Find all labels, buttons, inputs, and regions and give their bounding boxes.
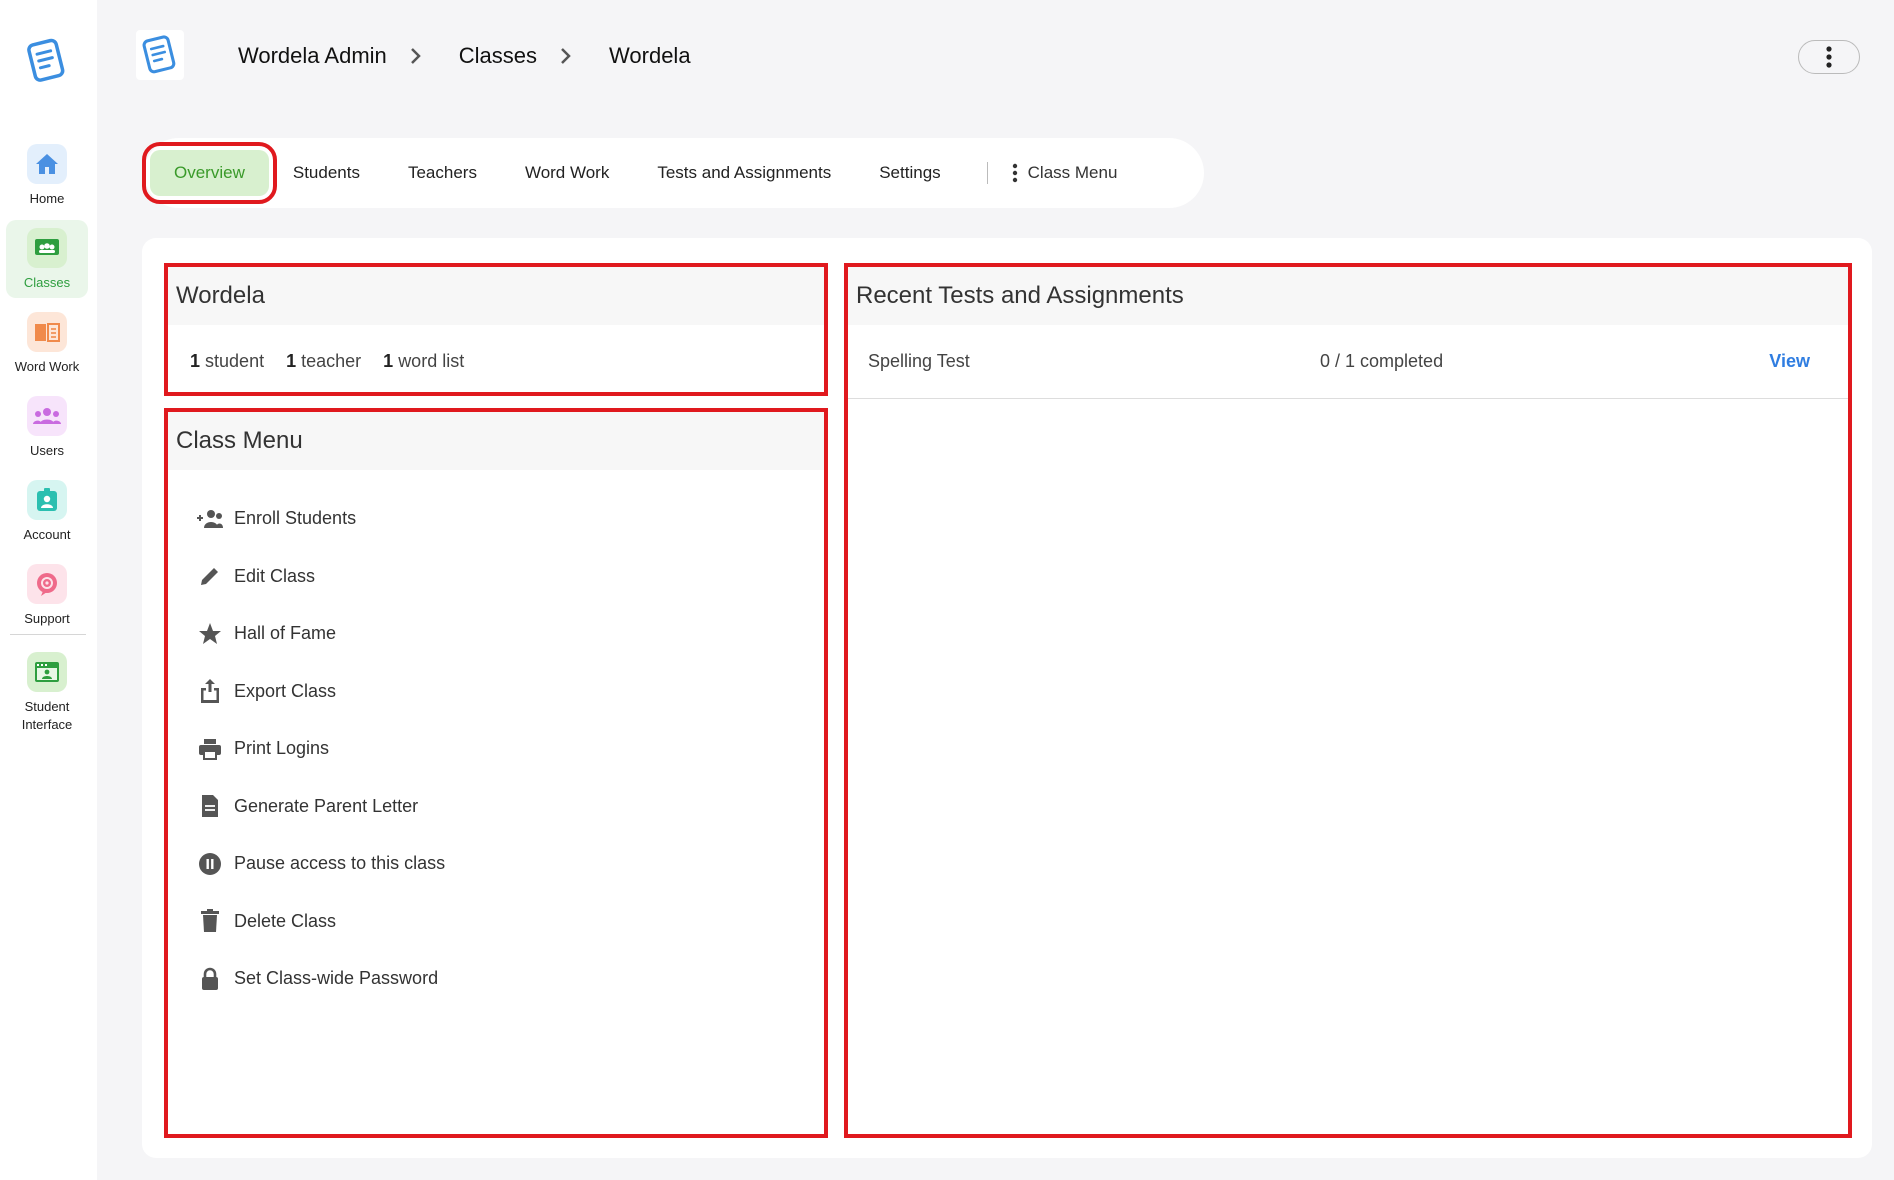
home-icon [27,144,67,184]
recent-tests-title: Recent Tests and Assignments [848,267,1848,325]
pencil-icon [196,563,224,589]
main-content: Wordela 1 student 1 teacher 1 word list … [142,238,1872,1158]
view-test-link[interactable]: View [1769,351,1810,372]
chevron-right-icon [559,47,571,65]
sidebar-item-label: Account [23,527,71,542]
sidebar-item-users[interactable]: Users [6,388,88,466]
sidebar-divider [10,634,86,635]
class-menu-dropdown[interactable]: Class Menu [1002,150,1128,196]
chevron-right-icon [409,47,421,65]
printer-icon [196,736,224,762]
document-icon [196,793,224,819]
kebab-icon [1826,46,1832,68]
sidebar-item-account[interactable]: Account [6,472,88,550]
enroll-students-button[interactable]: Enroll Students [168,490,824,548]
test-progress: 0 / 1 completed [1320,351,1444,371]
breadcrumb: Wordela Admin Classes Wordela [238,40,691,72]
class-menu-list: Enroll Students Edit Class Hall of Fame … [168,470,824,1008]
classes-icon [27,228,67,268]
tab-students[interactable]: Students [269,150,384,196]
pause-access-button[interactable]: Pause access to this class [168,835,824,893]
star-icon [196,621,224,647]
print-logins-button[interactable]: Print Logins [168,720,824,778]
class-menu-title: Class Menu [168,412,824,470]
tab-settings[interactable]: Settings [855,150,964,196]
tab-overview[interactable]: Overview [142,142,277,204]
sidebar-item-home[interactable]: Home [6,136,88,214]
edit-class-button[interactable]: Edit Class [168,548,824,606]
test-name: Spelling Test [868,351,970,371]
recent-tests-panel: Recent Tests and Assignments Spelling Te… [844,263,1852,1138]
breadcrumb-item-admin[interactable]: Wordela Admin [238,43,387,69]
export-class-button[interactable]: Export Class [168,663,824,721]
class-summary-title: Wordela [168,267,824,325]
generate-parent-letter-button[interactable]: Generate Parent Letter [168,778,824,836]
sidebar-item-label: Student Interface [21,699,73,732]
hall-of-fame-button[interactable]: Hall of Fame [168,605,824,663]
book-icon [27,312,67,352]
enroll-users-icon [196,506,224,532]
tab-divider [986,162,988,184]
wordela-logo-icon[interactable] [136,30,184,80]
teacher-count: 1 teacher [286,351,362,371]
sidebar-item-label: Users [30,443,64,458]
delete-class-button[interactable]: Delete Class [168,893,824,951]
sidebar: Home Classes Word Work Users Account Sup… [0,0,97,1180]
set-class-password-button[interactable]: Set Class-wide Password [168,950,824,1008]
users-icon [27,396,67,436]
sidebar-item-classes[interactable]: Classes [6,220,88,298]
tab-word-work[interactable]: Word Work [501,150,633,196]
student-interface-icon [27,652,67,692]
trash-icon [196,908,224,934]
sidebar-item-label: Classes [23,275,71,290]
breadcrumb-item-current: Wordela [609,43,691,68]
student-count: 1 student [190,351,265,371]
breadcrumb-item-classes[interactable]: Classes [459,43,537,69]
sidebar-item-label: Word Work [14,359,80,374]
class-menu-label: Class Menu [1027,163,1118,182]
sidebar-item-label: Support [24,611,70,626]
sidebar-item-support[interactable]: Support [6,556,88,634]
wordela-logo-icon[interactable] [24,36,70,86]
tab-tests-and-assignments[interactable]: Tests and Assignments [633,150,855,196]
sidebar-item-label: Home [29,191,65,206]
table-row: Spelling Test 0 / 1 completed View [848,325,1848,399]
class-menu-panel: Class Menu Enroll Students Edit Class Ha… [164,408,828,1138]
class-summary-panel: Wordela 1 student 1 teacher 1 word list [164,263,828,396]
pause-icon [196,851,224,877]
support-icon [27,564,67,604]
lock-icon [196,966,224,992]
badge-icon [27,480,67,520]
tab-teachers[interactable]: Teachers [384,150,501,196]
class-stats: 1 student 1 teacher 1 word list [168,325,824,372]
sidebar-item-student-interface[interactable]: Student Interface [6,644,88,736]
word-list-count: 1 word list [383,351,465,371]
more-options-button[interactable] [1798,40,1860,74]
class-tabs: Overview Students Teachers Word Work Tes… [142,138,1204,208]
kebab-icon [1012,163,1017,183]
sidebar-item-word-work[interactable]: Word Work [6,304,88,382]
export-icon [196,678,224,704]
